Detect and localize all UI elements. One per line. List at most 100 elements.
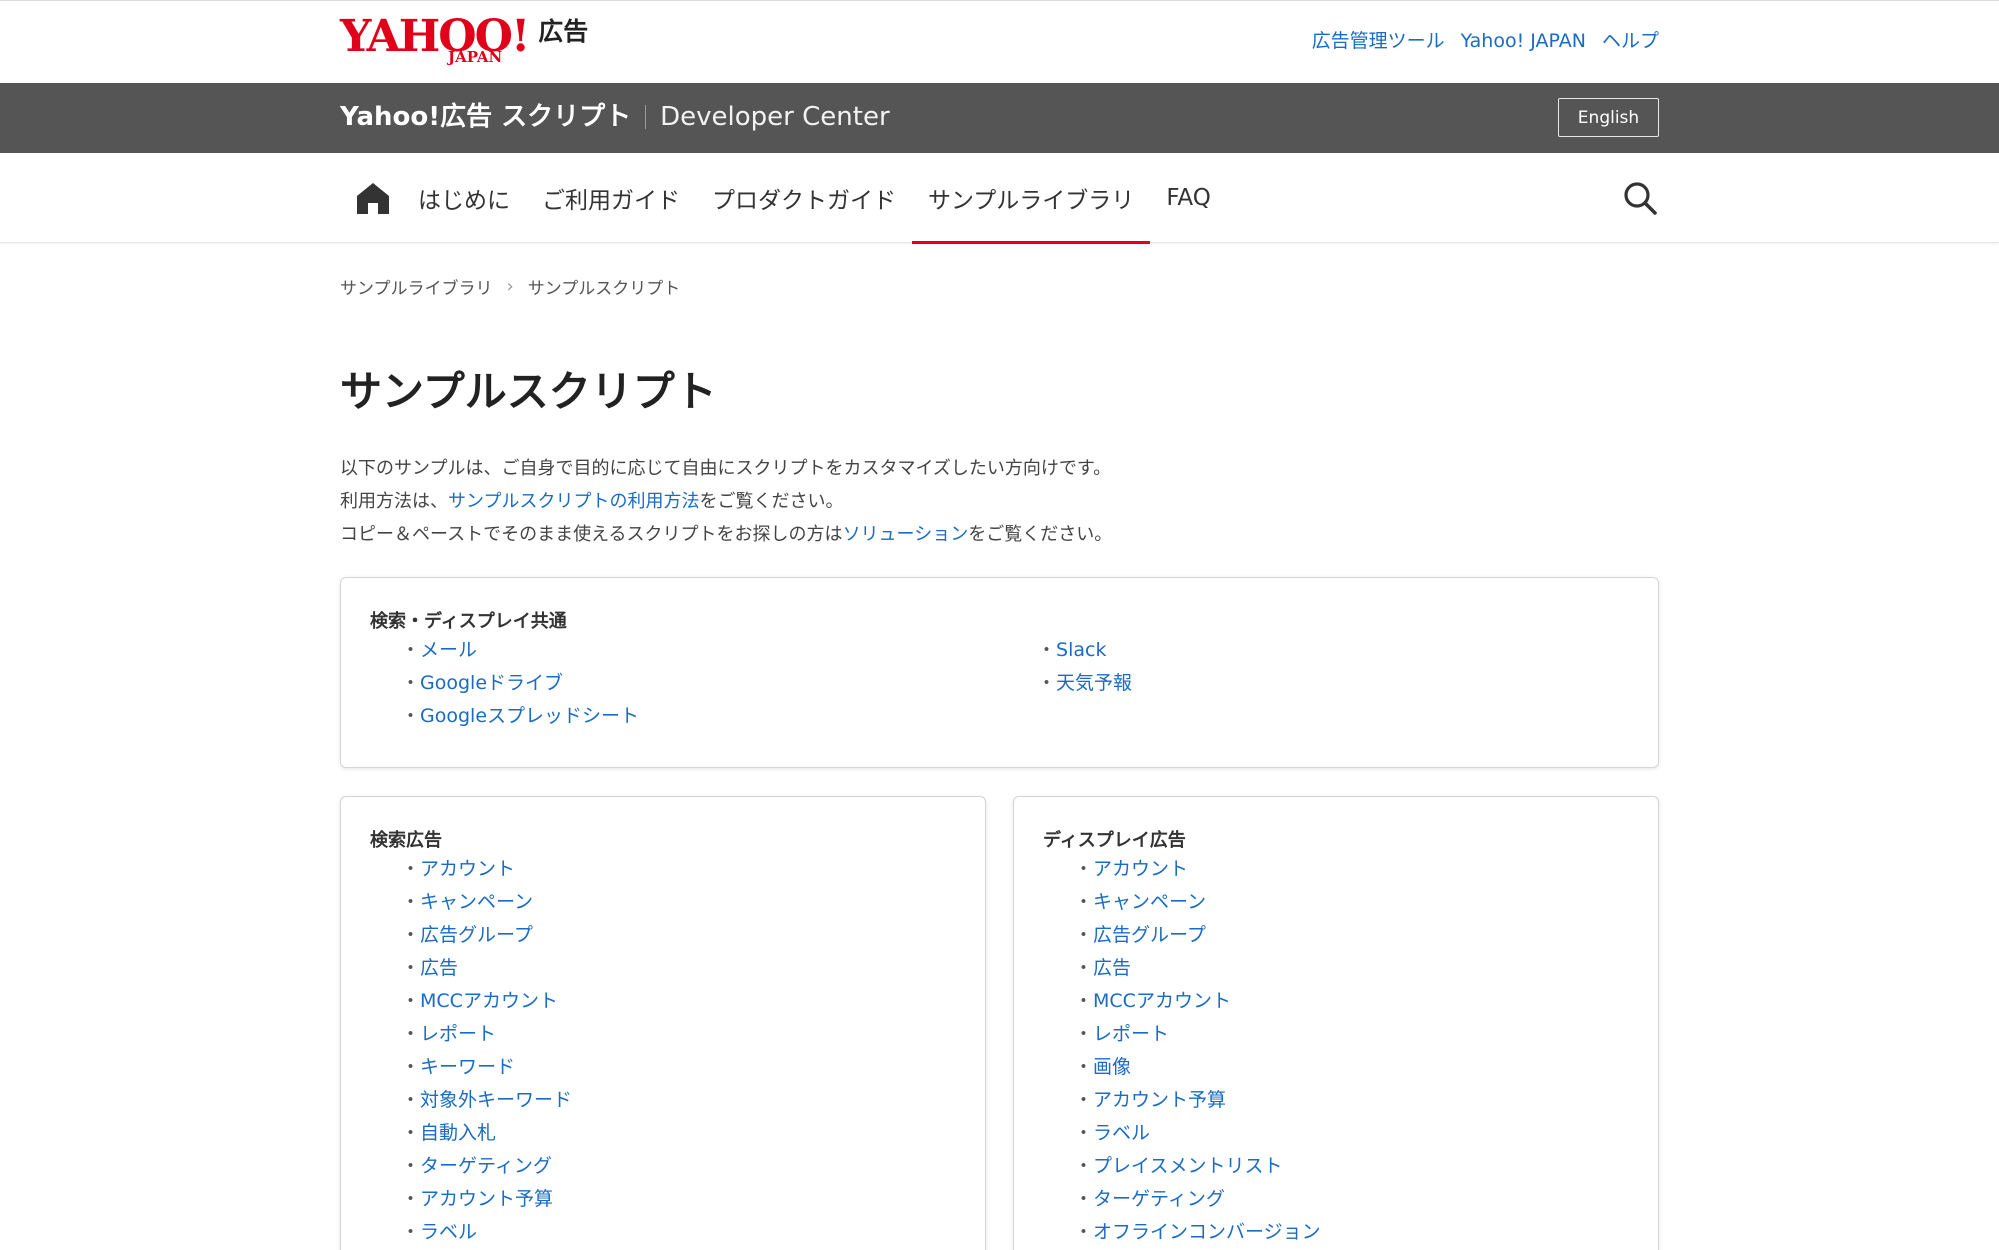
intro-line-3-pre: コピー＆ペーストでそのまま使えるスクリプトをお探しの方は	[340, 524, 843, 545]
header-links: 広告管理ツール Yahoo! JAPAN ヘルプ	[1312, 29, 1659, 53]
list-item: プレイスメントリスト	[1074, 1150, 1321, 1183]
list-item: MCCアカウント	[401, 985, 572, 1018]
link-weather-forecast[interactable]: 天気予報	[1056, 672, 1132, 694]
logo-ad-text: 広告	[538, 17, 589, 46]
logo-japan-text: JAPAN	[448, 48, 503, 66]
list-item: 画像	[1074, 1051, 1321, 1084]
common-section-box: 検索・ディスプレイ共通 メール Googleドライブ Googleスプレッドシー…	[340, 577, 1659, 768]
search-link-ad-group[interactable]: 広告グループ	[420, 924, 533, 946]
header-link-ads-manager[interactable]: 広告管理ツール	[1312, 29, 1445, 53]
yahoo-ads-logo[interactable]: YAHOO! JAPAN 広告	[340, 15, 588, 67]
nav-item-introduction[interactable]: はじめに	[418, 153, 510, 243]
display-ads-section-box: ディスプレイ広告 アカウント キャンペーン 広告グループ 広告 MCCアカウント…	[1013, 796, 1659, 1250]
banner-title-sub: Developer Center	[660, 102, 890, 132]
search-link-account-budget[interactable]: アカウント予算	[420, 1188, 553, 1210]
common-list-right: Slack 天気予報	[1037, 634, 1132, 700]
list-item: Googleスプレッドシート	[401, 700, 639, 733]
intro-line-2-post: をご覧ください。	[699, 491, 844, 512]
intro-line-1: 以下のサンプルは、ご自身で目的に応じて自由にスクリプトをカスタマイズしたい方向け…	[340, 458, 1112, 479]
list-item: ラベル	[401, 1216, 572, 1249]
search-ads-list: アカウント キャンペーン 広告グループ 広告 MCCアカウント レポート キーワ…	[401, 853, 572, 1249]
display-ads-section-title: ディスプレイ広告	[1043, 830, 1186, 851]
search-link-account[interactable]: アカウント	[420, 858, 515, 880]
breadcrumb-sample-library[interactable]: サンプルライブラリ	[340, 274, 493, 299]
intro-line-3: コピー＆ペーストでそのまま使えるスクリプトをお探しの方はソリューションをご覧くだ…	[340, 518, 1112, 551]
link-google-drive[interactable]: Googleドライブ	[420, 672, 563, 694]
list-item: 広告	[1074, 952, 1321, 985]
common-section-title: 検索・ディスプレイ共通	[370, 611, 567, 632]
list-item: 自動入札	[401, 1117, 572, 1150]
list-item: キーワード	[401, 1051, 572, 1084]
search-link-targeting[interactable]: ターゲティング	[420, 1155, 552, 1177]
search-link-auto-bidding[interactable]: 自動入札	[420, 1122, 496, 1144]
display-link-campaign[interactable]: キャンペーン	[1093, 891, 1206, 913]
list-item: Slack	[1037, 634, 1132, 667]
search-icon[interactable]	[1621, 179, 1659, 217]
list-item: ターゲティング	[1074, 1183, 1321, 1216]
display-link-label[interactable]: ラベル	[1093, 1122, 1150, 1144]
nav-item-faq[interactable]: FAQ	[1166, 153, 1211, 243]
display-link-ad-group[interactable]: 広告グループ	[1093, 924, 1206, 946]
usage-method-link[interactable]: サンプルスクリプトの利用方法	[448, 491, 699, 512]
search-link-mcc-account[interactable]: MCCアカウント	[420, 990, 558, 1012]
search-link-negative-keyword[interactable]: 対象外キーワード	[420, 1089, 572, 1111]
banner-title-divider	[645, 105, 647, 129]
display-link-placement-list[interactable]: プレイスメントリスト	[1093, 1155, 1282, 1177]
banner-title[interactable]: Yahoo!広告 スクリプト Developer Center	[340, 99, 890, 135]
list-item: 広告グループ	[1074, 919, 1321, 952]
link-slack[interactable]: Slack	[1056, 639, 1106, 661]
english-language-button[interactable]: English	[1558, 98, 1659, 137]
developer-center-banner: Yahoo!広告 スクリプト Developer Center English	[0, 83, 1999, 153]
display-link-account-budget[interactable]: アカウント予算	[1093, 1089, 1226, 1111]
list-item: オフラインコンバージョン	[1074, 1216, 1321, 1249]
breadcrumb: サンプルライブラリ › サンプルスクリプト	[340, 274, 680, 299]
banner-title-main: Yahoo!広告 スクリプト	[340, 102, 632, 132]
list-item: メール	[401, 634, 639, 667]
link-google-spreadsheet[interactable]: Googleスプレッドシート	[420, 705, 639, 727]
header-link-yahoo-japan[interactable]: Yahoo! JAPAN	[1461, 29, 1586, 53]
intro-text: 以下のサンプルは、ご自身で目的に応じて自由にスクリプトをカスタマイズしたい方向け…	[340, 452, 1112, 551]
display-link-ad[interactable]: 広告	[1093, 957, 1131, 979]
common-list-left: メール Googleドライブ Googleスプレッドシート	[401, 634, 639, 733]
list-item: ラベル	[1074, 1117, 1321, 1150]
intro-line-3-post: をご覧ください。	[968, 524, 1113, 545]
main-nav: はじめに ご利用ガイド プロダクトガイド サンプルライブラリ FAQ	[0, 153, 1999, 244]
nav-item-usage-guide[interactable]: ご利用ガイド	[542, 153, 680, 243]
search-link-ad[interactable]: 広告	[420, 957, 458, 979]
list-item: レポート	[401, 1018, 572, 1051]
solution-link[interactable]: ソリューション	[843, 524, 969, 545]
chevron-right-icon: ›	[506, 276, 514, 297]
display-link-report[interactable]: レポート	[1093, 1023, 1169, 1045]
display-link-mcc-account[interactable]: MCCアカウント	[1093, 990, 1231, 1012]
list-item: 広告グループ	[401, 919, 572, 952]
list-item: Googleドライブ	[401, 667, 639, 700]
display-link-account[interactable]: アカウント	[1093, 858, 1188, 880]
search-link-campaign[interactable]: キャンペーン	[420, 891, 533, 913]
list-item: キャンペーン	[401, 886, 572, 919]
top-header: YAHOO! JAPAN 広告 広告管理ツール Yahoo! JAPAN ヘルプ	[0, 0, 1999, 83]
link-mail[interactable]: メール	[420, 639, 477, 661]
page-title: サンプルスクリプト	[340, 367, 717, 416]
home-icon[interactable]	[354, 179, 392, 217]
list-item: アカウント予算	[401, 1183, 572, 1216]
display-ads-list: アカウント キャンペーン 広告グループ 広告 MCCアカウント レポート 画像 …	[1074, 853, 1321, 1249]
search-ads-section-box: 検索広告 アカウント キャンペーン 広告グループ 広告 MCCアカウント レポー…	[340, 796, 986, 1250]
display-link-image[interactable]: 画像	[1093, 1056, 1131, 1078]
list-item: 対象外キーワード	[401, 1084, 572, 1117]
search-link-report[interactable]: レポート	[420, 1023, 496, 1045]
list-item: アカウント	[1074, 853, 1321, 886]
nav-item-sample-library[interactable]: サンプルライブラリ	[911, 153, 1151, 244]
list-item: アカウント予算	[1074, 1084, 1321, 1117]
list-item: アカウント	[401, 853, 572, 886]
header-link-help[interactable]: ヘルプ	[1602, 29, 1659, 53]
list-item: MCCアカウント	[1074, 985, 1321, 1018]
breadcrumb-current: サンプルスクリプト	[527, 279, 681, 299]
nav-item-product-guide[interactable]: プロダクトガイド	[712, 153, 896, 243]
intro-line-2: 利用方法は、サンプルスクリプトの利用方法をご覧ください。	[340, 485, 1112, 518]
search-link-label[interactable]: ラベル	[420, 1221, 477, 1243]
display-link-targeting[interactable]: ターゲティング	[1093, 1188, 1225, 1210]
search-link-keyword[interactable]: キーワード	[420, 1056, 515, 1078]
list-item: ターゲティング	[401, 1150, 572, 1183]
list-item: 天気予報	[1037, 667, 1132, 700]
display-link-offline-conversion[interactable]: オフラインコンバージョン	[1093, 1221, 1321, 1243]
